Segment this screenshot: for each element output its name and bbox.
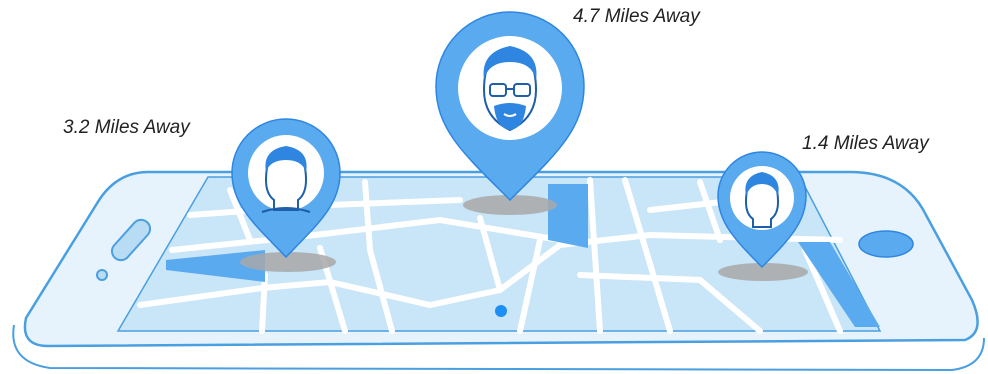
phone-sensor — [96, 269, 108, 281]
phone-map-illustration — [12, 11, 985, 372]
map-block-center — [548, 184, 588, 248]
distance-label-left: 3.2 Miles Away — [63, 117, 190, 138]
distance-label-right: 1.4 Miles Away — [802, 133, 929, 154]
user-location-dot — [495, 305, 507, 317]
distance-label-center: 4.7 Miles Away — [573, 6, 700, 27]
phone-home-button — [858, 230, 914, 258]
